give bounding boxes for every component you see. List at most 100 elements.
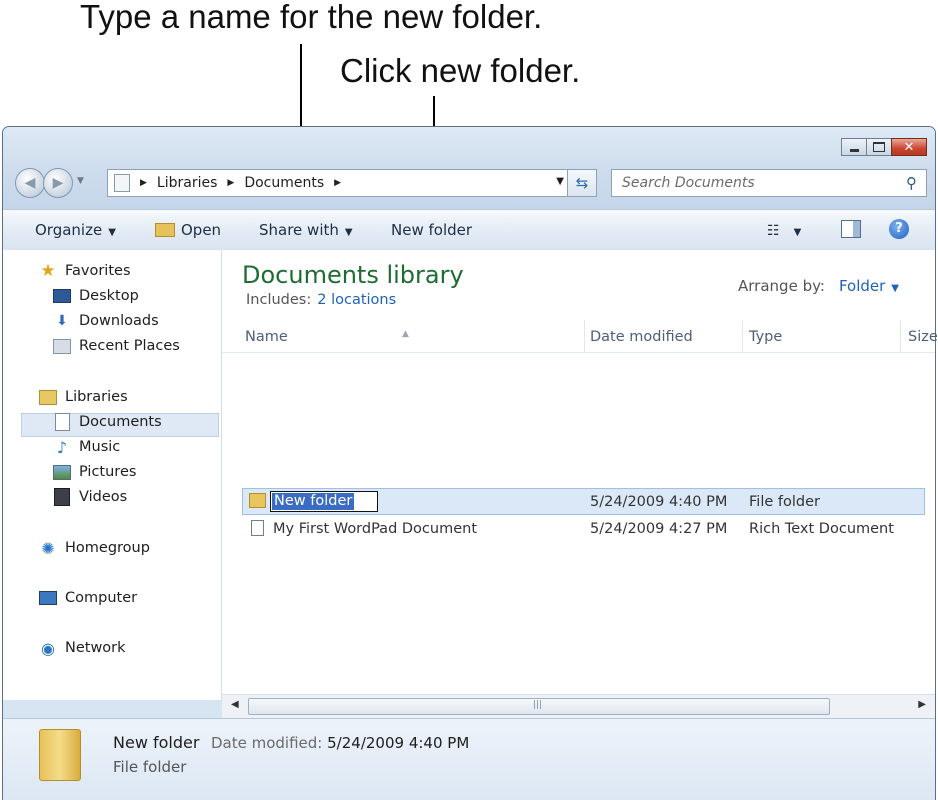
horizontal-scrollbar[interactable]: ◀ ||| ▶ [222, 694, 935, 719]
help-icon: ? [895, 221, 903, 236]
nav-label: Pictures [79, 464, 137, 480]
explorer-window: ✕ ◀ ▶ ▼ ▶ Libraries ▶ Documents ▶ ▼ ⇆ Se… [2, 126, 938, 800]
back-button[interactable]: ◀ [15, 168, 45, 198]
maximize-button[interactable] [866, 138, 892, 156]
rename-text: New folder [272, 493, 355, 510]
scroll-right-icon[interactable]: ▶ [918, 699, 926, 710]
details-date-label: Date modified: [211, 734, 323, 752]
nav-label: Network [65, 640, 126, 656]
includes-label: Includes: [246, 292, 312, 308]
search-input[interactable]: Search Documents [611, 169, 927, 197]
file-type: Rich Text Document [749, 521, 894, 537]
recent-pages-dropdown-icon[interactable]: ▼ [77, 176, 84, 186]
arrange-by: Arrange by: Folder ▼ [738, 277, 899, 295]
column-header-size[interactable]: Size [908, 329, 938, 345]
file-type: File folder [749, 494, 820, 510]
folder-icon [249, 493, 266, 508]
nav-label: Videos [79, 489, 128, 505]
file-name: My First WordPad Document [273, 521, 478, 537]
close-icon: ✕ [903, 139, 915, 155]
chevron-down-icon: ▼ [344, 227, 353, 238]
details-type: File folder [113, 758, 187, 776]
sort-ascending-icon: ▲ [402, 329, 409, 339]
nav-label: Favorites [65, 263, 131, 279]
scrollbar-thumb[interactable]: ||| [248, 698, 830, 715]
computer-icon [39, 590, 57, 606]
column-header-date-modified[interactable]: Date modified [590, 329, 693, 345]
nav-item-videos[interactable]: Videos [53, 488, 128, 506]
details-pane: New folder Date modified: 5/24/2009 4:40… [3, 718, 935, 800]
file-date: 5/24/2009 4:27 PM [590, 521, 728, 537]
breadcrumb-arrow-icon[interactable]: ▶ [227, 178, 234, 188]
address-bar[interactable]: ▶ Libraries ▶ Documents ▶ ▼ [107, 169, 597, 197]
nav-item-computer[interactable]: Computer [39, 590, 137, 606]
organize-menu[interactable]: Organize ▼ [35, 221, 116, 239]
file-row-wordpad-document[interactable]: My First WordPad Document 5/24/2009 4:27… [242, 516, 925, 543]
minimize-icon [849, 148, 859, 152]
large-folder-icon [39, 729, 81, 781]
library-includes: Includes: 2 locations [246, 292, 396, 308]
pictures-icon [53, 464, 71, 480]
minimize-button[interactable] [841, 138, 867, 156]
forward-button[interactable]: ▶ [43, 168, 73, 198]
preview-pane-button[interactable] [841, 220, 861, 238]
close-button[interactable]: ✕ [891, 138, 927, 156]
open-button[interactable]: Open [155, 221, 221, 239]
column-divider[interactable] [900, 320, 901, 352]
chevron-down-icon[interactable]: ▼ [891, 283, 899, 294]
grip-icon: ||| [533, 700, 543, 710]
breadcrumb-libraries[interactable]: Libraries [157, 175, 217, 191]
libraries-icon [39, 389, 57, 405]
homegroup-icon: ✺ [41, 538, 55, 558]
share-with-label: Share with [259, 221, 339, 239]
arrange-by-dropdown[interactable]: Folder [839, 277, 885, 295]
nav-item-recent-places[interactable]: Recent Places [53, 338, 180, 354]
details-view-icon: ☷ [767, 223, 780, 239]
breadcrumb-documents[interactable]: Documents [244, 175, 324, 191]
nav-item-documents[interactable]: Documents [53, 413, 162, 431]
nav-label: Desktop [79, 288, 139, 304]
star-icon: ★ [40, 261, 56, 281]
scroll-left-icon[interactable]: ◀ [231, 699, 239, 710]
change-view-button[interactable]: ☷ ▼ [767, 221, 801, 239]
column-divider[interactable] [742, 320, 743, 352]
window-controls: ✕ [841, 138, 927, 156]
nav-item-music[interactable]: ♪ Music [53, 438, 120, 457]
nav-item-homegroup[interactable]: ✺ Homegroup [39, 538, 150, 558]
file-row-new-folder[interactable]: New folder 5/24/2009 4:40 PM File folder [242, 488, 925, 515]
open-label: Open [181, 221, 222, 239]
callout-type-name: Type a name for the new folder. [80, 0, 543, 35]
library-icon [114, 174, 130, 192]
breadcrumb-arrow-icon[interactable]: ▶ [140, 178, 147, 188]
nav-label: Documents [79, 414, 162, 430]
chevron-down-icon: ▼ [108, 227, 116, 238]
forward-arrow-icon: ▶ [52, 175, 64, 191]
nav-label: Computer [65, 590, 138, 606]
organize-label: Organize [35, 221, 103, 239]
rename-input[interactable]: New folder [270, 491, 378, 512]
locations-link[interactable]: 2 locations [317, 292, 396, 308]
nav-item-network[interactable]: ◉ Network [39, 639, 126, 658]
refresh-button[interactable]: ⇆ [567, 169, 597, 197]
nav-item-pictures[interactable]: Pictures [53, 464, 136, 480]
column-header-name[interactable]: Name [245, 329, 288, 345]
nav-item-desktop[interactable]: Desktop [53, 288, 139, 304]
column-headers: ▲ Name Date modified Type Size [222, 320, 938, 353]
nav-item-libraries[interactable]: Libraries [39, 389, 128, 405]
search-icon[interactable]: ⚲ [906, 174, 917, 192]
column-divider[interactable] [584, 320, 585, 352]
file-date: 5/24/2009 4:40 PM [590, 494, 728, 510]
share-with-menu[interactable]: Share with ▼ [259, 221, 353, 239]
callout-click-new-folder: Click new folder. [340, 52, 581, 89]
column-header-type[interactable]: Type [749, 329, 782, 345]
nav-item-favorites[interactable]: ★ Favorites [39, 261, 131, 281]
details-date-value: 5/24/2009 4:40 PM [327, 734, 470, 752]
help-button[interactable]: ? [889, 219, 909, 239]
nav-item-downloads[interactable]: ⬇ Downloads [53, 313, 159, 329]
title-bar: ✕ ◀ ▶ ▼ ▶ Libraries ▶ Documents ▶ ▼ ⇆ Se… [3, 127, 935, 209]
new-folder-button[interactable]: New folder [391, 221, 472, 239]
breadcrumb-arrow-icon[interactable]: ▶ [334, 178, 341, 188]
address-dropdown-icon[interactable]: ▼ [556, 176, 564, 187]
nav-label: Recent Places [79, 338, 180, 354]
videos-icon [53, 488, 71, 506]
